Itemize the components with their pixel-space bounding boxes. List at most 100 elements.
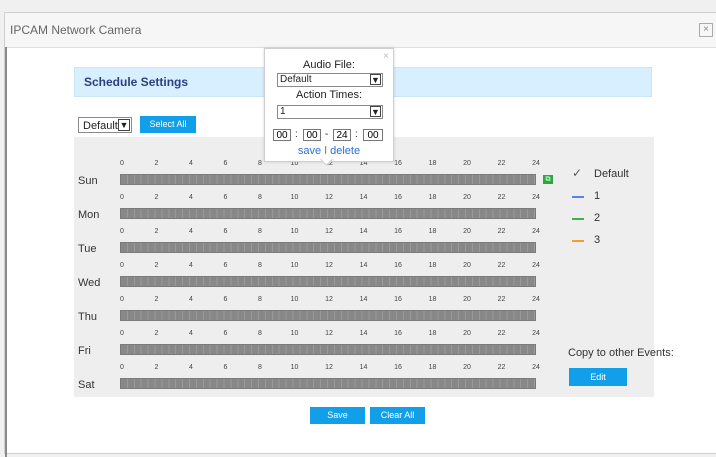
legend-swatch — [572, 240, 584, 242]
audio-file-label: Audio File: — [303, 59, 355, 71]
hour-tick: 0 — [120, 194, 124, 201]
time-range-dash: - — [325, 129, 329, 140]
schedule-grid: Sun 0 2 4 6 8 10 12 14 16 18 20 22 24 ⧉ Mon 0 2 4 6 8 10 12 14 1… — [74, 137, 654, 397]
hour-tick: 2 — [154, 160, 159, 167]
audio-file-select[interactable]: Default ▼ — [277, 73, 383, 87]
save-button[interactable]: Save — [310, 407, 365, 424]
hour-tick: 24 — [532, 296, 540, 303]
schedule-bar-wed[interactable] — [120, 276, 536, 287]
hour-tick: 4 — [189, 364, 193, 371]
select-all-button[interactable]: Select All — [140, 116, 196, 133]
save-link[interactable]: save — [298, 145, 321, 157]
hour-tick: 8 — [258, 364, 262, 371]
hour-tick: 16 — [394, 262, 402, 269]
hour-tick: 8 — [258, 296, 262, 303]
day-label: Sun — [78, 175, 98, 187]
schedule-bar-thu[interactable] — [120, 310, 536, 321]
hour-tick: 22 — [497, 194, 506, 201]
hour-tick: 18 — [428, 228, 437, 235]
copy-to-events-label: Copy to other Events: — [568, 347, 674, 359]
hour-tick: 20 — [463, 330, 471, 337]
hour-tick: 12 — [325, 228, 333, 235]
hour-ticks: 0 2 4 6 8 10 12 14 16 18 20 22 24 — [118, 261, 540, 273]
hour-tick: 12 — [325, 296, 333, 303]
hour-tick: 20 — [463, 160, 471, 167]
edit-button[interactable]: Edit — [569, 368, 627, 386]
hour-tick: 18 — [428, 160, 437, 167]
hour-ticks: 0 2 4 6 8 10 12 14 16 18 20 22 24 — [118, 295, 540, 307]
time-separator: : — [355, 129, 358, 140]
hour-tick: 0 — [120, 228, 124, 235]
window-title: IPCAM Network Camera — [10, 23, 142, 37]
time-separator: : — [295, 129, 298, 140]
schedule-bar-mon[interactable] — [120, 208, 536, 219]
hour-tick: 10 — [290, 228, 299, 235]
hour-tick: 4 — [189, 194, 193, 201]
end-minute-input[interactable]: 00 — [363, 129, 383, 141]
hour-tick: 14 — [359, 296, 368, 303]
day-label: Tue — [78, 243, 97, 255]
hour-tick: 24 — [532, 194, 540, 201]
hour-tick: 12 — [325, 194, 333, 201]
schedule-bar-sat[interactable] — [120, 378, 536, 389]
hour-tick: 2 — [154, 262, 159, 269]
end-hour-input[interactable]: 24 — [333, 129, 351, 141]
hour-tick: 16 — [394, 364, 402, 371]
hour-tick: 0 — [120, 330, 124, 337]
schedule-bar-fri[interactable] — [120, 344, 536, 355]
legend-label: 3 — [594, 234, 601, 246]
hour-tick: 10 — [290, 296, 299, 303]
day-row-sun: Sun 0 2 4 6 8 10 12 14 16 18 20 22 24 ⧉ — [74, 159, 654, 192]
hour-tick: 6 — [223, 330, 228, 337]
hour-tick: 14 — [359, 262, 368, 269]
check-icon: ✓ — [572, 166, 583, 180]
hour-tick: 22 — [497, 228, 506, 235]
action-times-label: Action Times: — [295, 89, 363, 101]
schedule-bar-tue[interactable] — [120, 242, 536, 253]
hour-ticks: 0 2 4 6 8 10 12 14 16 18 20 22 24 — [118, 329, 540, 341]
hour-tick: 12 — [325, 364, 333, 371]
hour-tick: 16 — [394, 228, 402, 235]
day-label: Thu — [78, 311, 97, 323]
hour-tick: 22 — [497, 364, 506, 371]
start-hour-input[interactable]: 00 — [273, 129, 291, 141]
legend-label: 1 — [594, 190, 601, 202]
hour-tick: 22 — [497, 160, 506, 167]
hour-tick: 24 — [532, 228, 540, 235]
schedule-preset-select[interactable]: Default ▼ — [78, 117, 132, 133]
day-label: Wed — [78, 277, 101, 289]
hour-ticks: 0 2 4 6 8 10 12 14 16 18 20 22 24 — [118, 363, 540, 375]
left-border — [5, 47, 7, 457]
hour-tick: 2 — [154, 364, 159, 371]
day-row-tue: Tue 0 2 4 6 8 10 12 14 16 18 20 22 24 — [74, 227, 654, 260]
hour-tick: 2 — [154, 296, 159, 303]
hour-tick: 4 — [189, 262, 193, 269]
hour-tick: 22 — [497, 262, 506, 269]
hour-tick: 18 — [428, 194, 437, 201]
hour-tick: 20 — [463, 296, 471, 303]
hour-tick: 18 — [428, 296, 437, 303]
hour-tick: 24 — [532, 364, 540, 371]
hour-tick: 8 — [258, 330, 262, 337]
chevron-down-icon: ▼ — [118, 119, 130, 131]
close-icon[interactable]: × — [699, 23, 713, 37]
schedule-bar-sun[interactable] — [120, 174, 536, 185]
hour-tick: 4 — [189, 330, 193, 337]
hour-tick: 24 — [532, 330, 540, 337]
delete-link[interactable]: delete — [330, 145, 360, 157]
day-label: Mon — [78, 209, 100, 221]
legend-label: 2 — [594, 212, 601, 224]
hour-tick: 0 — [120, 364, 124, 371]
hour-tick: 4 — [189, 160, 193, 167]
clear-all-button[interactable]: Clear All — [370, 407, 425, 424]
hour-tick: 18 — [428, 364, 437, 371]
start-minute-input[interactable]: 00 — [303, 129, 321, 141]
schedule-preset-value: Default — [83, 120, 118, 132]
copy-icon[interactable]: ⧉ — [543, 175, 553, 184]
hour-tick: 6 — [223, 296, 228, 303]
hour-tick: 14 — [359, 194, 368, 201]
action-times-select[interactable]: 1 ▼ — [277, 105, 383, 119]
hour-tick: 2 — [154, 194, 159, 201]
hour-tick: 18 — [428, 330, 437, 337]
hour-tick: 24 — [532, 262, 540, 269]
